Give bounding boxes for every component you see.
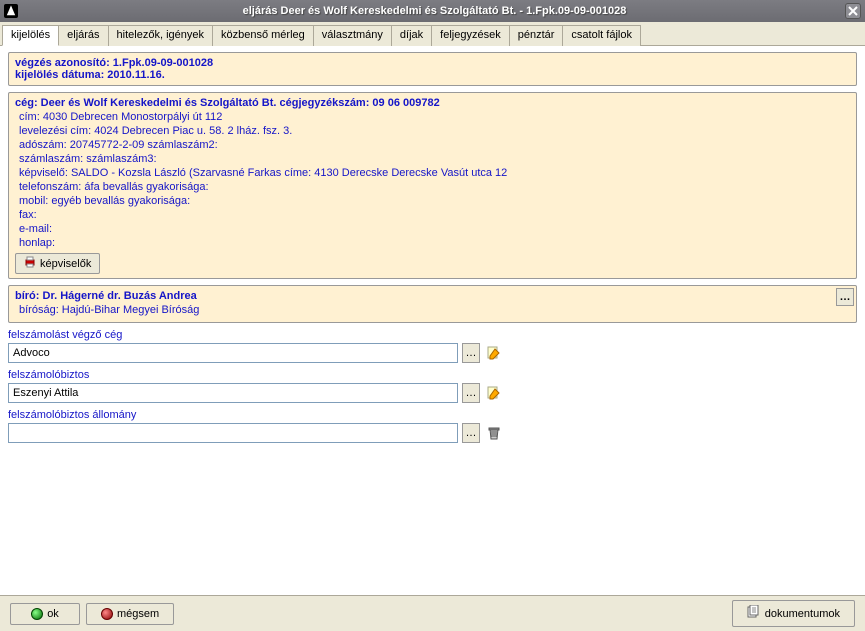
footer: ok mégsem dokumentumok	[0, 595, 865, 631]
window-title: eljárás Deer és Wolf Kereskedelmi és Szo…	[24, 5, 845, 17]
company-fax: fax:	[19, 209, 850, 221]
tab-kozbenso[interactable]: közbenső mérleg	[212, 25, 314, 46]
order-date: kijelölés dátuma: 2010.11.16.	[15, 69, 850, 81]
panel-judge: bíró: Dr. Hágerné dr. Buzás Andrea bírós…	[8, 285, 857, 323]
liquidator-company-browse[interactable]: …	[462, 343, 480, 363]
tab-kijeloles[interactable]: kijelölés	[2, 25, 59, 46]
ok-button[interactable]: ok	[10, 603, 80, 625]
field-staff: felszámolóbiztos állomány …	[8, 409, 857, 443]
app-icon	[4, 4, 18, 18]
tab-penztar[interactable]: pénztár	[509, 25, 564, 46]
company-address: cím: 4030 Debrecen Monostorpályi út 112	[19, 111, 850, 123]
company-email: e-mail:	[19, 223, 850, 235]
company-mailing: levelezési cím: 4024 Debrecen Piac u. 58…	[19, 125, 850, 137]
judge-header: bíró: Dr. Hágerné dr. Buzás Andrea	[15, 290, 850, 302]
cancel-icon	[101, 608, 113, 620]
ok-label: ok	[47, 608, 59, 620]
company-header: cég: Deer és Wolf Kereskedelmi és Szolgá…	[15, 97, 850, 109]
company-web: honlap:	[19, 237, 850, 249]
repr-label: képviselők	[40, 258, 91, 270]
field-trustee: felszámolóbiztos …	[8, 369, 857, 403]
trash-icon[interactable]	[484, 423, 504, 443]
staff-input[interactable]	[8, 423, 458, 443]
liquidator-company-input[interactable]	[8, 343, 458, 363]
court-name: bíróság: Hajdú-Bihar Megyei Bíróság	[19, 304, 850, 316]
close-button[interactable]	[845, 3, 861, 19]
tabstrip: kijelölés eljárás hitelezők, igények köz…	[0, 22, 865, 46]
tab-hitelezok[interactable]: hitelezők, igények	[108, 25, 213, 46]
company-phone: telefonszám: áfa bevallás gyakorisága:	[19, 181, 850, 193]
company-tax: adószám: 20745772-2-09 számlaszám2:	[19, 139, 850, 151]
field-liquidator-company: felszámolást végző cég …	[8, 329, 857, 363]
company-repr: képviselő: SALDO - Kozsla László (Szarva…	[19, 167, 850, 179]
company-mobile: mobil: egyéb bevallás gyakorisága:	[19, 195, 850, 207]
edit-icon[interactable]	[484, 343, 504, 363]
tab-eljaras[interactable]: eljárás	[58, 25, 108, 46]
titlebar: eljárás Deer és Wolf Kereskedelmi és Szo…	[0, 0, 865, 22]
panel-order: végzés azonosító: 1.Fpk.09-09-001028 kij…	[8, 52, 857, 86]
representatives-button[interactable]: képviselők	[15, 253, 100, 274]
documents-icon	[747, 605, 761, 622]
staff-label: felszámolóbiztos állomány	[8, 409, 857, 421]
trustee-input[interactable]	[8, 383, 458, 403]
cancel-label: mégsem	[117, 608, 159, 620]
edit-icon[interactable]	[484, 383, 504, 403]
tab-csatolt[interactable]: csatolt fájlok	[562, 25, 641, 46]
documents-label: dokumentumok	[765, 608, 840, 620]
tab-dijak[interactable]: díjak	[391, 25, 432, 46]
tab-valasztmany[interactable]: választmány	[313, 25, 392, 46]
company-account: számlaszám: számlaszám3:	[19, 153, 850, 165]
content-area: végzés azonosító: 1.Fpk.09-09-001028 kij…	[0, 46, 865, 611]
tab-feljegyzesek[interactable]: feljegyzések	[431, 25, 510, 46]
print-icon	[24, 256, 36, 271]
staff-browse[interactable]: …	[462, 423, 480, 443]
panel-company: cég: Deer és Wolf Kereskedelmi és Szolgá…	[8, 92, 857, 279]
trustee-label: felszámolóbiztos	[8, 369, 857, 381]
documents-button[interactable]: dokumentumok	[732, 600, 855, 627]
trustee-browse[interactable]: …	[462, 383, 480, 403]
judge-browse-button[interactable]: …	[836, 288, 854, 306]
cancel-button[interactable]: mégsem	[86, 603, 174, 625]
liquidator-company-label: felszámolást végző cég	[8, 329, 857, 341]
ok-icon	[31, 608, 43, 620]
order-id: végzés azonosító: 1.Fpk.09-09-001028	[15, 57, 850, 69]
